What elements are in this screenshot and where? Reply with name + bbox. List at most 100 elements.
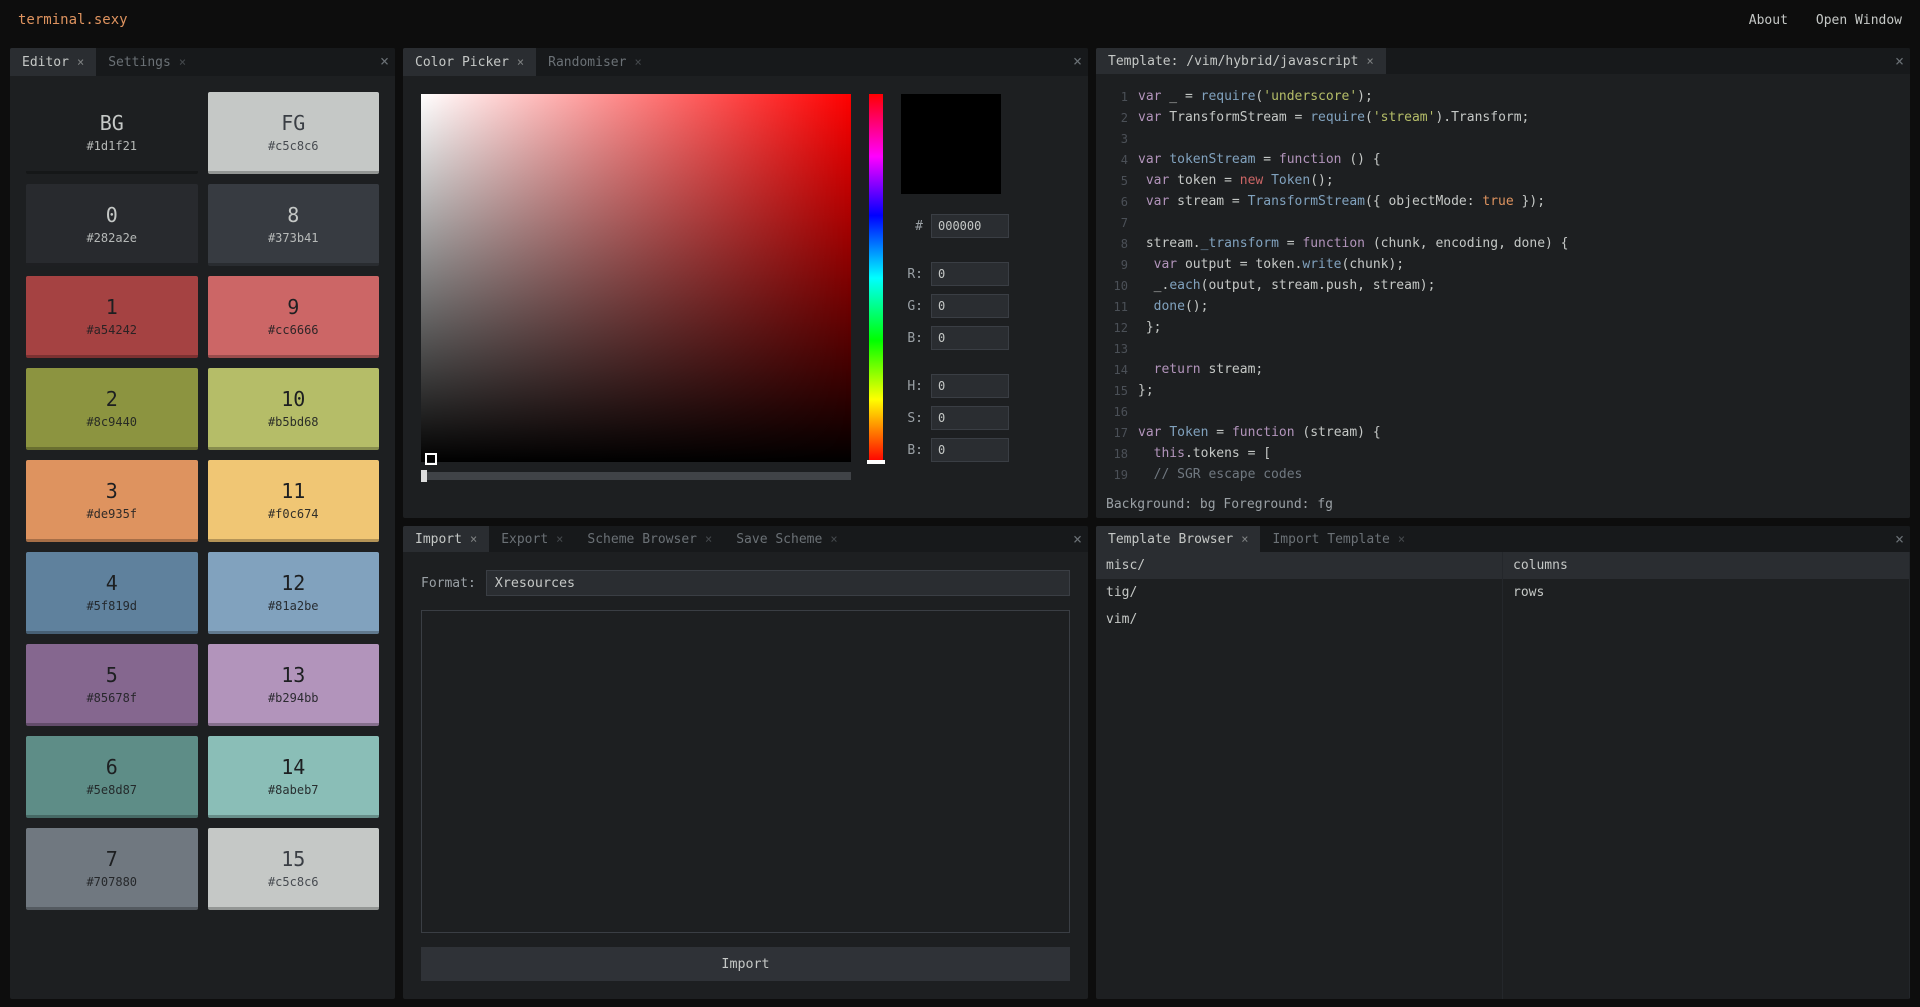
tab-import-template[interactable]: Import Template × <box>1260 526 1417 552</box>
swatch-7[interactable]: 7#707880 <box>26 828 198 910</box>
code-content: this.tokens = [ <box>1138 446 1271 461</box>
swatch-2[interactable]: 2#8c9440 <box>26 368 198 450</box>
close-icon[interactable]: × <box>830 532 837 546</box>
tab-template[interactable]: Template: /vim/hybrid/javascript × <box>1096 48 1386 74</box>
swatch-name: 15 <box>281 847 305 871</box>
swatch-14[interactable]: 14#8abeb7 <box>208 736 380 818</box>
close-icon[interactable]: × <box>556 532 563 546</box>
tab-scheme-browser[interactable]: Scheme Browser× <box>575 526 724 552</box>
close-icon[interactable]: × <box>1895 52 1904 70</box>
line-number: 3 <box>1104 132 1138 146</box>
r-label: R: <box>901 267 923 282</box>
line-number: 5 <box>1104 174 1138 188</box>
hue-handle[interactable] <box>867 460 885 464</box>
line-number: 13 <box>1104 342 1138 356</box>
hex-input[interactable] <box>931 214 1009 238</box>
tab-save-scheme[interactable]: Save Scheme × <box>724 526 849 552</box>
code-line: 7 <box>1104 212 1910 233</box>
close-icon[interactable]: × <box>179 55 186 69</box>
swatch-4[interactable]: 4#5f819d <box>26 552 198 634</box>
color-picker-panel: Color Picker×Randomiser×× <box>403 48 1088 518</box>
close-icon[interactable]: × <box>705 532 712 546</box>
swatch-hex: #373b41 <box>268 231 319 245</box>
tab-label: Import Template <box>1272 532 1389 547</box>
open-window-link[interactable]: Open Window <box>1816 13 1902 28</box>
b-input[interactable] <box>931 326 1009 350</box>
close-icon[interactable]: × <box>470 532 477 546</box>
close-icon[interactable]: × <box>380 52 389 70</box>
code-line: 11 done(); <box>1104 296 1910 317</box>
code-line: 14 return stream; <box>1104 359 1910 380</box>
import-button[interactable]: Import <box>421 947 1070 981</box>
r-input[interactable] <box>931 262 1009 286</box>
h-input[interactable] <box>931 374 1009 398</box>
close-icon[interactable]: × <box>1366 54 1373 68</box>
swatch-6[interactable]: 6#5e8d87 <box>26 736 198 818</box>
saturation-value-area[interactable] <box>421 94 851 462</box>
tab-label: Save Scheme <box>736 532 822 547</box>
swatch-name: 8 <box>287 203 299 227</box>
bri-input[interactable] <box>931 438 1009 462</box>
browser-item[interactable]: rows <box>1503 579 1909 606</box>
swatch-fg[interactable]: FG#c5c8c6 <box>208 92 380 174</box>
format-input[interactable] <box>486 570 1070 596</box>
import-textarea[interactable] <box>421 610 1070 933</box>
code-content: return stream; <box>1138 362 1263 377</box>
swatch-hex: #5f819d <box>86 599 137 613</box>
alpha-slider[interactable] <box>421 472 851 480</box>
format-label: Format: <box>421 576 476 591</box>
close-icon[interactable]: × <box>1241 532 1248 546</box>
browser-item[interactable]: misc/ <box>1096 552 1502 579</box>
close-icon[interactable]: × <box>1895 530 1904 548</box>
alpha-handle[interactable] <box>421 470 427 482</box>
close-icon[interactable]: × <box>1398 532 1405 546</box>
swatch-5[interactable]: 5#85678f <box>26 644 198 726</box>
close-icon[interactable]: × <box>634 55 641 69</box>
browser-item[interactable]: vim/ <box>1096 606 1502 633</box>
browser-item[interactable]: tig/ <box>1096 579 1502 606</box>
code-content: var tokenStream = function () { <box>1138 152 1381 167</box>
code-line: 10 _.each(output, stream.push, stream); <box>1104 275 1910 296</box>
close-icon[interactable]: × <box>1073 52 1082 70</box>
swatch-hex: #282a2e <box>86 231 137 245</box>
sv-handle[interactable] <box>425 453 437 465</box>
swatch-hex: #a54242 <box>86 323 137 337</box>
tab-settings[interactable]: Settings× <box>96 48 198 76</box>
close-icon[interactable]: × <box>77 55 84 69</box>
browser-item[interactable]: columns <box>1503 552 1909 579</box>
about-link[interactable]: About <box>1749 13 1788 28</box>
swatch-9[interactable]: 9#cc6666 <box>208 276 380 358</box>
code-line: 18 this.tokens = [ <box>1104 443 1910 464</box>
tab-color-picker[interactable]: Color Picker× <box>403 48 536 76</box>
tab-export[interactable]: Export× <box>489 526 575 552</box>
code-content: var TransformStream = require('stream').… <box>1138 110 1529 125</box>
swatch-11[interactable]: 11#f0c674 <box>208 460 380 542</box>
code-content: }; <box>1138 320 1161 335</box>
close-icon[interactable]: × <box>517 55 524 69</box>
code-content: var _ = require('underscore'); <box>1138 89 1373 104</box>
swatch-15[interactable]: 15#c5c8c6 <box>208 828 380 910</box>
template-panel: Template: /vim/hybrid/javascript × × 1va… <box>1096 48 1910 518</box>
hue-slider[interactable] <box>869 94 883 462</box>
swatch-hex: #b5bd68 <box>268 415 319 429</box>
tab-randomiser[interactable]: Randomiser× <box>536 48 654 76</box>
swatch-13[interactable]: 13#b294bb <box>208 644 380 726</box>
code-line: 12 }; <box>1104 317 1910 338</box>
swatch-12[interactable]: 12#81a2be <box>208 552 380 634</box>
swatch-10[interactable]: 10#b5bd68 <box>208 368 380 450</box>
swatch-3[interactable]: 3#de935f <box>26 460 198 542</box>
swatch-8[interactable]: 8 #373b41 <box>208 184 380 266</box>
tab-template-browser[interactable]: Template Browser× <box>1096 526 1260 552</box>
g-input[interactable] <box>931 294 1009 318</box>
tab-editor[interactable]: Editor× <box>10 48 96 76</box>
code-content: var Token = function (stream) { <box>1138 425 1381 440</box>
line-number: 8 <box>1104 237 1138 251</box>
swatch-bg[interactable]: BG#1d1f21 <box>26 92 198 174</box>
swatch-1[interactable]: 1#a54242 <box>26 276 198 358</box>
tab-import[interactable]: Import× <box>403 526 489 552</box>
close-icon[interactable]: × <box>1073 530 1082 548</box>
swatch-0[interactable]: 0#282a2e <box>26 184 198 266</box>
line-number: 17 <box>1104 426 1138 440</box>
s-input[interactable] <box>931 406 1009 430</box>
import-panel: Import×Export×Scheme Browser×Save Scheme… <box>403 526 1088 999</box>
